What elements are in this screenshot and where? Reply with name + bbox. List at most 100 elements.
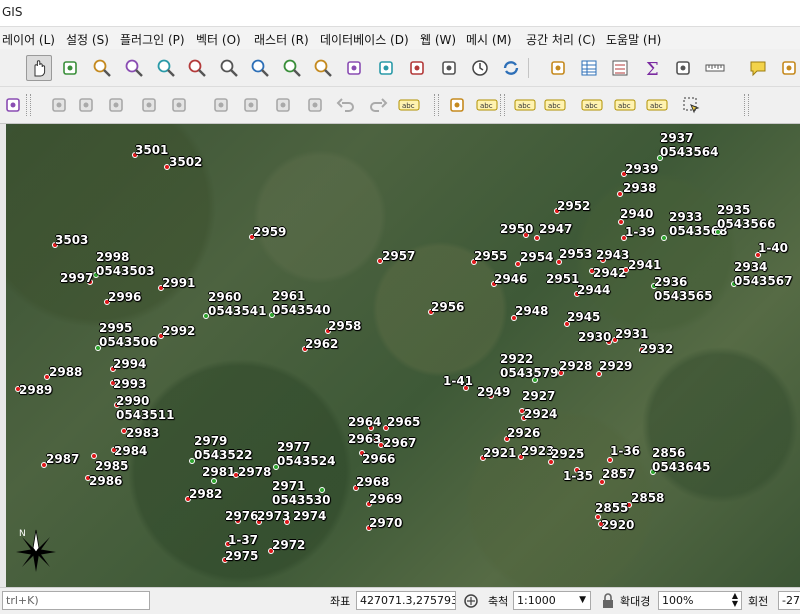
scale-value: 1:1000	[517, 594, 556, 607]
label-tool-icon[interactable]: abc	[396, 92, 422, 118]
map-point-label: 2940	[620, 207, 654, 221]
bookmark-new-icon[interactable]	[404, 55, 430, 81]
map-point-label: 2937 0543564	[660, 131, 719, 159]
show-hide-labels-icon[interactable]: abc	[644, 92, 670, 118]
map-point[interactable]	[661, 235, 667, 241]
svg-text:abc: abc	[548, 102, 561, 110]
map-point-label: 2966	[362, 452, 396, 466]
toggle-editing-icon[interactable]	[46, 92, 72, 118]
locator-search-input[interactable]: trl+K)	[2, 591, 150, 610]
map-point-label: 3501	[135, 143, 169, 157]
zoom-in-icon[interactable]	[89, 55, 115, 81]
map-point-label: 2979 0543522	[194, 434, 253, 462]
change-label-icon[interactable]: abc	[612, 92, 638, 118]
rotate-label-icon[interactable]: abc	[579, 92, 605, 118]
identify-icon[interactable]	[545, 55, 571, 81]
menu-0[interactable]: 레이어 (L)	[2, 31, 55, 48]
map-point-label: 2984	[114, 444, 148, 458]
map-point-label: 2856 0543645	[652, 446, 711, 474]
title-bar: GIS	[0, 0, 800, 27]
zoom-next-icon[interactable]	[310, 55, 336, 81]
vertex-tool-icon[interactable]	[136, 92, 162, 118]
map-canvas[interactable]: N 3501 3502 3503 2998 0543503 2997 2996 2991 295…	[0, 124, 800, 587]
menu-4[interactable]: 래스터 (R)	[254, 31, 309, 48]
menu-9[interactable]: 도움말 (H)	[606, 31, 661, 48]
field-calculator-icon[interactable]	[607, 55, 633, 81]
bookmarks-icon[interactable]	[436, 55, 462, 81]
map-point-label: 1-40	[758, 241, 789, 255]
search-icon[interactable]	[776, 55, 800, 81]
map-point-label: 2955	[474, 249, 508, 263]
digitize-layer-icon[interactable]	[0, 92, 26, 118]
cut-features-icon[interactable]	[238, 92, 264, 118]
menu-1[interactable]: 설정 (S)	[66, 31, 109, 48]
toggle-extents-icon[interactable]	[462, 592, 480, 613]
zoom-to-layer-icon[interactable]	[216, 55, 242, 81]
map-point[interactable]	[284, 519, 290, 525]
measure-icon[interactable]	[703, 55, 729, 81]
coordinate-field[interactable]: 427071.3,275793.2	[356, 591, 456, 610]
map-point-label: 2967	[383, 436, 417, 450]
menu-8[interactable]: 공간 처리 (C)	[526, 31, 596, 48]
pin-labels-icon[interactable]: abc	[474, 92, 500, 118]
map-point-label: 2932	[640, 342, 674, 356]
menu-2[interactable]: 플러그인 (P)	[120, 31, 185, 48]
map-point-label: 2971 0543530	[272, 479, 331, 507]
pan-to-selection-icon[interactable]	[57, 55, 83, 81]
zoom-out-icon[interactable]	[121, 55, 147, 81]
map-point-label: 2946	[494, 272, 528, 286]
map-point-label: 2977 0543524	[277, 440, 336, 468]
menu-3[interactable]: 벡터 (O)	[196, 31, 241, 48]
map-point-label: 2956	[431, 300, 465, 314]
menu-7[interactable]: 메시 (M)	[466, 31, 512, 48]
map-tips-icon[interactable]	[745, 55, 771, 81]
save-edits-icon[interactable]	[73, 92, 99, 118]
chevron-down-icon: ▼	[579, 595, 586, 605]
rotation-field[interactable]: -27	[778, 591, 800, 610]
temporal-controller-icon[interactable]	[467, 55, 493, 81]
map-point-label: 2965	[387, 415, 421, 429]
delete-selected-icon[interactable]	[208, 92, 234, 118]
zoom-full-icon[interactable]	[153, 55, 179, 81]
map-point-label: 1-41	[443, 374, 474, 388]
toolbar-grip	[500, 94, 505, 116]
magnifier-value: 100%	[662, 594, 694, 607]
map-point-label: 2985	[95, 459, 129, 473]
map-point-label: 2983	[126, 426, 160, 440]
move-label-icon[interactable]: abc	[542, 92, 568, 118]
map-point-label: 2986	[89, 474, 123, 488]
styling-icon[interactable]	[444, 92, 470, 118]
zoom-native-icon[interactable]	[247, 55, 273, 81]
refresh-icon[interactable]	[498, 55, 524, 81]
map-point-label: 2997	[60, 271, 94, 285]
map-point-label: 2972	[272, 538, 306, 552]
zoom-last-icon[interactable]	[279, 55, 305, 81]
map-point-label: 2941	[628, 258, 662, 272]
new-map-view-icon[interactable]	[341, 55, 367, 81]
menu-5[interactable]: 데이터베이스 (D)	[320, 31, 409, 48]
add-feature-icon[interactable]	[103, 92, 129, 118]
map-point-label: 2944	[577, 283, 611, 297]
magnifier-spinbox[interactable]: 100% ▲ ▼	[658, 591, 742, 610]
pan-map-icon[interactable]	[26, 55, 52, 81]
map-point-label: 2927	[522, 389, 556, 403]
redo-icon[interactable]	[365, 92, 391, 118]
lock-scale-icon[interactable]	[601, 593, 615, 612]
menu-6[interactable]: 웹 (W)	[420, 31, 456, 48]
statistics-icon[interactable]	[670, 55, 696, 81]
paste-features-icon[interactable]	[302, 92, 328, 118]
undo-icon[interactable]	[333, 92, 359, 118]
map-point-label: 2970	[369, 516, 403, 530]
processing-toolbox-icon[interactable]: Σ	[639, 55, 665, 81]
new-3d-view-icon[interactable]	[373, 55, 399, 81]
modify-attributes-icon[interactable]	[166, 92, 192, 118]
select-features-icon[interactable]	[678, 92, 704, 118]
map-point-label: 2987	[46, 452, 80, 466]
copy-features-icon[interactable]	[270, 92, 296, 118]
status-bar: trl+K) 좌표 427071.3,275793.2 축척 1:1000 ▼ …	[0, 587, 800, 614]
attribute-table-icon[interactable]	[576, 55, 602, 81]
map-point-label: 2976	[225, 509, 259, 523]
scale-combobox[interactable]: 1:1000 ▼	[513, 591, 591, 610]
zoom-to-selection-icon[interactable]	[184, 55, 210, 81]
highlight-labels-icon[interactable]: abc	[512, 92, 538, 118]
